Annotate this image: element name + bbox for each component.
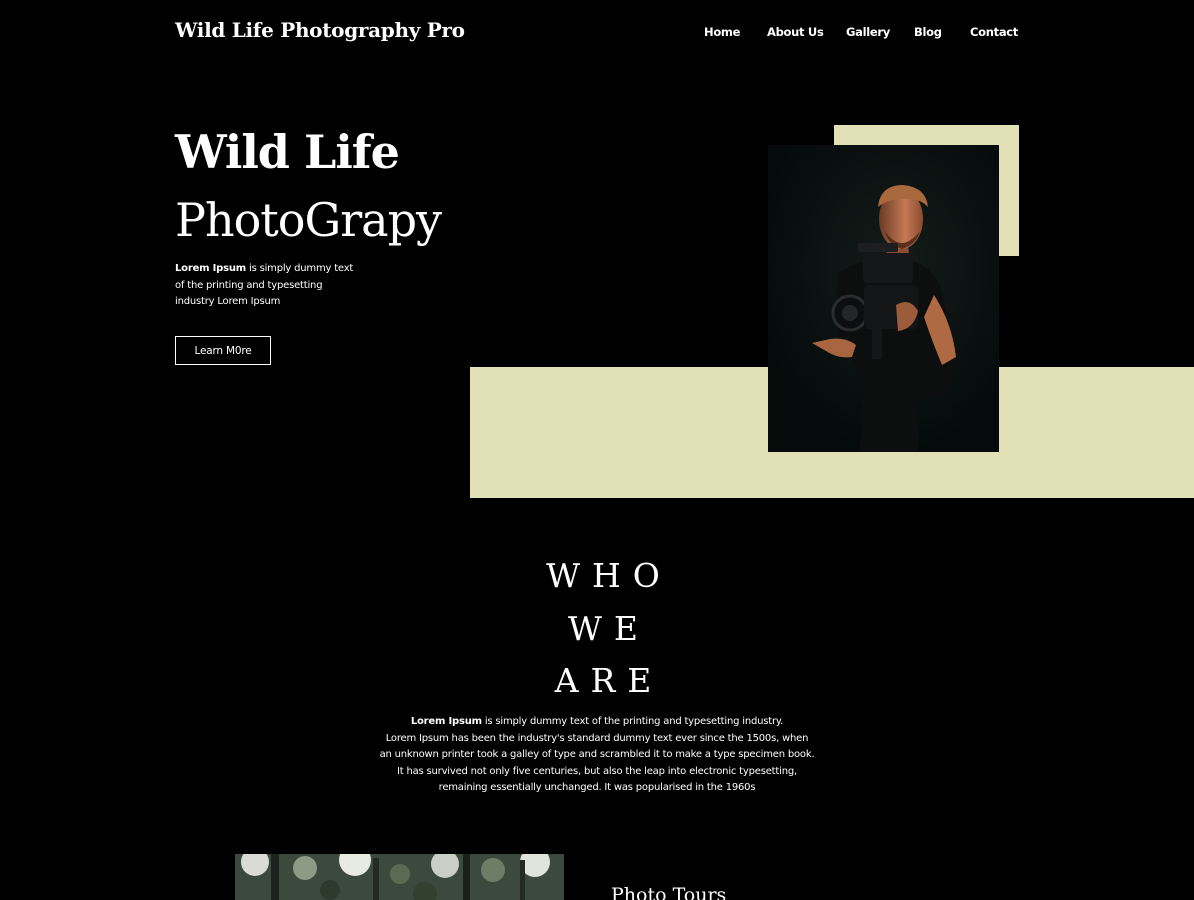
nav-blog[interactable]: Blog <box>914 25 942 39</box>
hero-description: Lorem Ipsum is simply dummy text of the … <box>175 261 360 311</box>
about-line1: is simply dummy text of the printing and… <box>481 716 784 727</box>
about-line2: Lorem Ipsum has been the industry's stan… <box>385 732 809 744</box>
who-heading-line1: WHO <box>546 556 672 595</box>
hero-desc-bold: Lorem Ipsum <box>175 263 247 274</box>
photographer-illustration <box>768 145 999 452</box>
hero-title-line2: PhotoGrapy <box>175 193 442 247</box>
learn-more-button[interactable]: Learn M0re <box>175 336 271 365</box>
about-line3: an unknown printer took a galley of type… <box>379 749 815 760</box>
about-line4: It has survived not only five centuries,… <box>397 765 797 777</box>
who-heading-line2: WE <box>567 609 650 648</box>
photo-tours-image <box>235 854 564 900</box>
about-description: Lorem Ipsum is simply dummy text of the … <box>347 714 847 797</box>
nav-gallery[interactable]: Gallery <box>846 25 890 39</box>
about-line5: remaining essentially unchanged. It was … <box>438 782 756 793</box>
site-logo-text[interactable]: Wild Life Photography Pro <box>175 18 465 42</box>
photo-tours-title: Photo Tours <box>611 884 727 900</box>
nav-home[interactable]: Home <box>704 25 740 39</box>
hero-desc-line1: is simply dummy text <box>246 263 354 274</box>
hero-desc-line3: industry Lorem Ipsum <box>175 296 281 307</box>
nav-contact[interactable]: Contact <box>970 25 1018 39</box>
who-heading-line3: ARE <box>554 661 664 700</box>
forest-illustration <box>235 854 564 900</box>
hero-desc-line2: of the printing and typesetting <box>175 279 323 291</box>
nav-about-us[interactable]: About Us <box>767 25 824 39</box>
about-line1-wrap: Lorem Ipsum is simply dummy text of the … <box>347 714 847 731</box>
hero-title-line1: Wild Life <box>175 125 400 179</box>
photographer-image <box>768 145 999 452</box>
about-bold: Lorem Ipsum <box>410 716 482 727</box>
